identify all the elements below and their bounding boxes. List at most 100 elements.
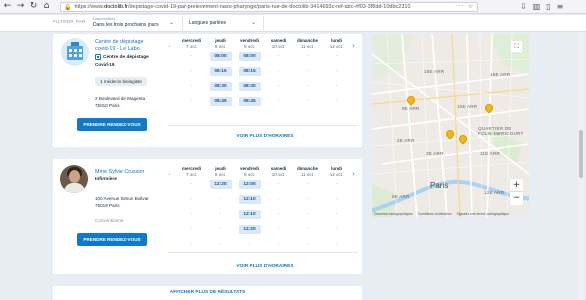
more-slots-link[interactable]: VOIR PLUS D'HORAIRES <box>168 264 362 269</box>
map-footer-link[interactable]: Données cartographiques <box>374 212 413 216</box>
map-footer-link[interactable]: Conditions d'utilisation <box>418 212 452 216</box>
practitioner-type: Infirmière <box>95 177 117 182</box>
map-label: 12E ARR <box>484 190 505 195</box>
empty-slot: - <box>190 212 193 217</box>
time-slot[interactable]: 08:15 <box>209 67 232 76</box>
time-slot[interactable]: 08:45 <box>238 97 261 106</box>
results-map[interactable]: 18E ARR 19E ARR 9E ARR 10E ARR QUARTIER … <box>372 34 529 217</box>
result-card: Centre de dépistage covid-19 - Le Labo C… <box>53 34 362 147</box>
day-date: 7 oct. <box>185 43 197 49</box>
book-appointment-button[interactable]: PRENDRE RENDEZ-VOUS <box>77 233 147 246</box>
empty-slot: - <box>277 99 280 104</box>
browser-toolbar: ← → ↻ ⌂ 🔒 https://www.doctolib.fr/depist… <box>0 0 586 14</box>
chevron-left-icon[interactable]: ‹ <box>168 170 171 178</box>
map-label: 11E ARR <box>480 151 500 156</box>
empty-slot: - <box>190 54 193 59</box>
calendar-day-column: jeudi 8 oct. 12:20- - - - <box>206 166 235 255</box>
calendar-day-column: samedi 10 oct. - - - - - <box>264 166 293 255</box>
downloads-icon[interactable]: ⇩ <box>520 2 527 11</box>
more-results-bar: AFFICHER PLUS DE RÉSULTATS <box>53 286 362 300</box>
day-date: 10 oct. <box>271 43 286 49</box>
map-label: 2E ARR <box>397 138 415 143</box>
more-slots-link[interactable]: VOIR PLUS D'HORAIRES <box>168 134 362 139</box>
address-line: 75019 Paris <box>95 202 120 208</box>
availability-filter-value: Dans les trois prochains jours <box>93 22 159 28</box>
empty-slot: - <box>277 197 280 202</box>
building-icon <box>95 54 101 60</box>
practitioner-name[interactable]: Mme Sylvie Crusson <box>95 169 144 176</box>
empty-slot: - <box>335 212 338 217</box>
city-label: Paris <box>430 181 449 190</box>
empty-slot: - <box>306 99 309 104</box>
time-slot[interactable]: 12:10 <box>238 195 261 204</box>
time-slot[interactable]: 08:30 <box>209 82 232 91</box>
empty-slot: - <box>219 197 222 202</box>
map-label: 9E ARR <box>402 106 420 111</box>
address-line: 75010 Paris <box>95 102 120 108</box>
avatar <box>60 165 88 193</box>
map-label: 19E ARR <box>490 72 511 77</box>
fullscreen-icon[interactable]: ⛶ <box>511 41 522 52</box>
time-slot[interactable]: 12:10 <box>238 210 261 219</box>
availability-filter[interactable]: Disponibilités Dans les trois prochains … <box>91 16 183 30</box>
chevron-right-icon[interactable]: › <box>352 170 355 178</box>
empty-slot: - <box>190 69 193 74</box>
back-icon[interactable]: ← <box>2 1 13 12</box>
calendar-columns: mercredi 7 oct. - - - - jeudi 8 oct. 08:00 08:15 0… <box>177 38 351 112</box>
empty-slot: - <box>190 84 193 89</box>
empty-slot: - <box>335 84 338 89</box>
empty-slot: - <box>335 242 338 247</box>
calendar-day-column: mercredi 7 oct. - - - - <box>177 38 206 112</box>
time-slot[interactable]: 08:15 <box>238 67 261 76</box>
empty-slot: - <box>190 227 193 232</box>
map-footer: Données cartographiques Conditions d'uti… <box>372 212 529 216</box>
calendar-day-column: dimanche 11 oct. - - - - - <box>293 166 322 255</box>
calendar-day-column: mercredi 7 oct. - - - - - <box>177 166 206 255</box>
sidebar-icon[interactable]: ▯ <box>546 2 550 11</box>
address-bar[interactable]: 🔒 https://www.doctolib.fr/depistage-covi… <box>60 2 478 12</box>
empty-slot: - <box>306 69 309 74</box>
forward-icon[interactable]: → <box>15 1 26 12</box>
day-date: 7 oct. <box>185 171 197 177</box>
chevron-left-icon[interactable]: ‹ <box>168 42 171 50</box>
zoom-out-button[interactable]: − <box>510 192 523 205</box>
time-slot[interactable]: 08:30 <box>238 82 261 91</box>
day-date: 8 oct. <box>214 171 226 177</box>
scrollbar-thumb[interactable] <box>579 130 583 178</box>
calendar-columns: mercredi 7 oct. - - - - - jeudi 8 oct. 12:20- - - - v… <box>177 166 351 255</box>
empty-slot: - <box>335 227 338 232</box>
day-date: 9 oct. <box>243 171 255 177</box>
time-slot[interactable]: 12:20 <box>209 180 232 189</box>
empty-slot: - <box>306 242 309 247</box>
languages-filter[interactable]: Langues parlées ⌄ <box>186 16 264 30</box>
time-slot[interactable]: 08:00 <box>238 52 261 61</box>
url-text[interactable]: https://www.doctolib.fr/depistage-covid-… <box>74 4 454 10</box>
availability-filter-caption: Disponibilités <box>93 17 116 21</box>
empty-slot: - <box>219 227 222 232</box>
empty-slot: - <box>277 69 280 74</box>
map-footer-link[interactable]: Signaler une erreur cartographique <box>456 212 509 216</box>
reload-icon[interactable]: ↻ <box>28 1 39 12</box>
practitioner-name[interactable]: Centre de dépistage covid-19 - Le Labo <box>95 39 153 53</box>
menu-icon[interactable]: ≡ <box>557 2 564 11</box>
more-results-button[interactable]: AFFICHER PLUS DE RÉSULTATS <box>53 290 362 295</box>
chevron-right-icon[interactable]: › <box>352 42 355 50</box>
page-actions-icons[interactable]: ··· ☆ <box>456 3 474 10</box>
map-label: 18E ARR <box>424 69 445 74</box>
filter-bar: FILTRER PAR Disponibilités Dans les troi… <box>0 15 586 32</box>
empty-slot: - <box>306 84 309 89</box>
day-date: 8 oct. <box>214 43 226 49</box>
time-slot[interactable]: 08:00 <box>209 52 232 61</box>
empty-slot: - <box>306 182 309 187</box>
empty-slot: - <box>277 227 280 232</box>
empty-slot: - <box>306 197 309 202</box>
time-slot[interactable]: 08:45 <box>209 97 232 106</box>
book-appointment-button[interactable]: PRENDRE RENDEZ-VOUS <box>77 118 147 131</box>
time-slot[interactable]: 12:20 <box>238 225 261 234</box>
time-slot[interactable]: 12:00 <box>238 180 261 189</box>
home-icon[interactable]: ⌂ <box>41 1 52 12</box>
map-label: 6E ARR <box>392 194 410 199</box>
zoom-in-button[interactable]: + <box>510 179 523 192</box>
library-icon[interactable]: ▥ <box>533 2 541 11</box>
map-label: QUARTIER DE FOLIE-MERICOURT <box>478 126 524 136</box>
